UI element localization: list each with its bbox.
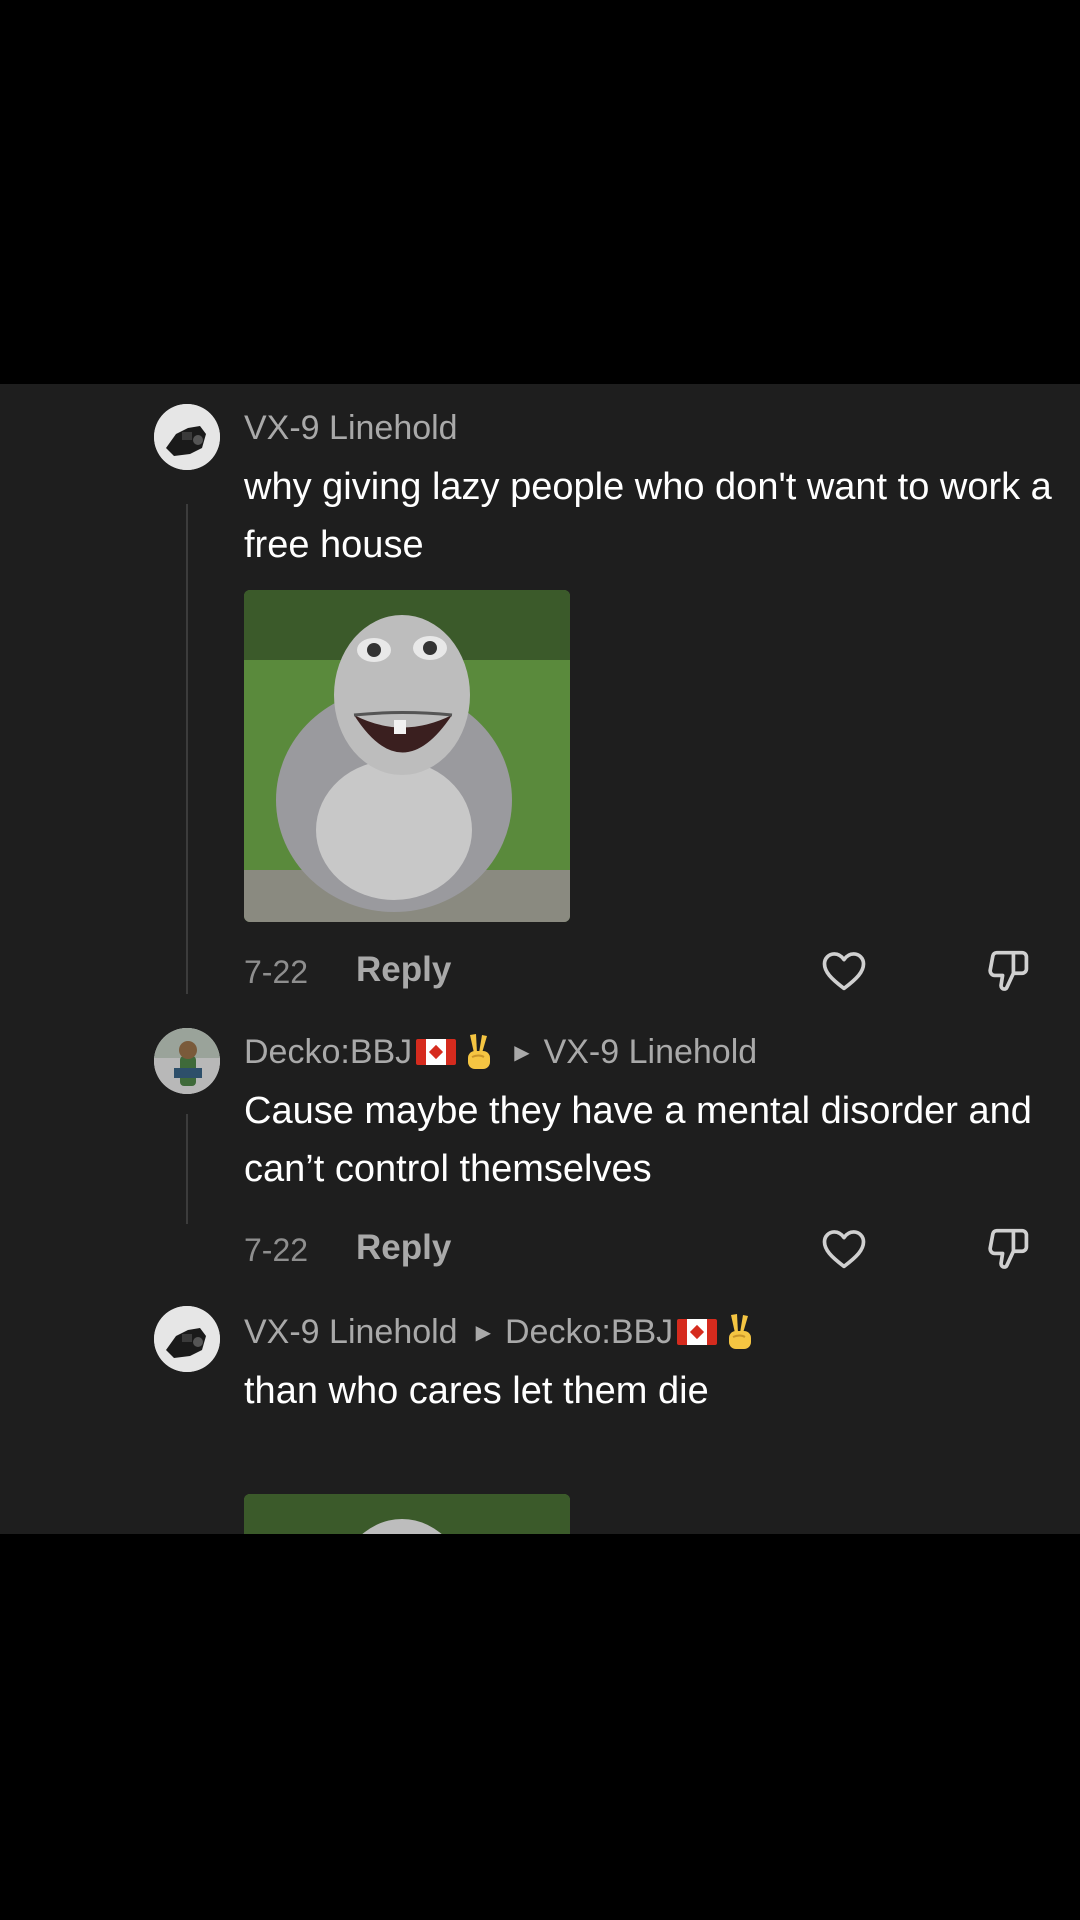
reply-button[interactable]: Reply: [356, 950, 451, 990]
victory-hand-emoji: [468, 1034, 491, 1069]
thumbs-down-icon[interactable]: [982, 944, 1034, 996]
triangle-right-icon: ▶: [475, 1321, 491, 1344]
comments-panel: VX-9 Linehold why giving lazy people who…: [0, 384, 1080, 1534]
canada-flag-icon: [416, 1039, 457, 1065]
comment-date: 7-22: [244, 954, 309, 990]
comment-date: 7-22: [244, 1232, 309, 1268]
comment-meta-row: 7-22 Reply: [244, 944, 1044, 1004]
victory-hand-emoji: [729, 1314, 752, 1349]
heart-icon[interactable]: [818, 944, 870, 996]
meme-image[interactable]: [244, 1494, 570, 1534]
reply-to-username[interactable]: Decko:BBJ: [505, 1313, 673, 1352]
heart-icon[interactable]: [818, 1222, 870, 1274]
reply-button[interactable]: Reply: [356, 1228, 451, 1268]
thumbs-down-icon[interactable]: [982, 1222, 1034, 1274]
username[interactable]: VX-9 Linehold: [244, 1313, 458, 1352]
comment-username-row: VX-9 Linehold: [244, 406, 458, 450]
avatar[interactable]: [154, 404, 220, 470]
meme-image[interactable]: [244, 590, 570, 922]
comment-text: why giving lazy people who don't want to…: [244, 466, 1052, 566]
thread-line: [186, 1114, 188, 1224]
comment-text: than who cares let them die: [244, 1370, 709, 1412]
comment-username-row: VX-9 Linehold ▶ Decko:BBJ: [244, 1310, 757, 1354]
username[interactable]: Decko:BBJ: [244, 1033, 412, 1072]
username[interactable]: VX-9 Linehold: [244, 409, 458, 448]
comment-username-row: Decko:BBJ ▶ VX-9 Linehold: [244, 1030, 757, 1074]
comment-meta-row: 7-22 Reply: [244, 1222, 1044, 1282]
avatar[interactable]: [154, 1028, 220, 1094]
thread-line: [186, 504, 188, 994]
avatar[interactable]: [154, 1306, 220, 1372]
triangle-right-icon: ▶: [514, 1041, 530, 1064]
canada-flag-icon: [677, 1319, 718, 1345]
reply-to-username[interactable]: VX-9 Linehold: [544, 1033, 758, 1072]
comment-text: Cause maybe they have a mental disorder …: [244, 1090, 1032, 1190]
